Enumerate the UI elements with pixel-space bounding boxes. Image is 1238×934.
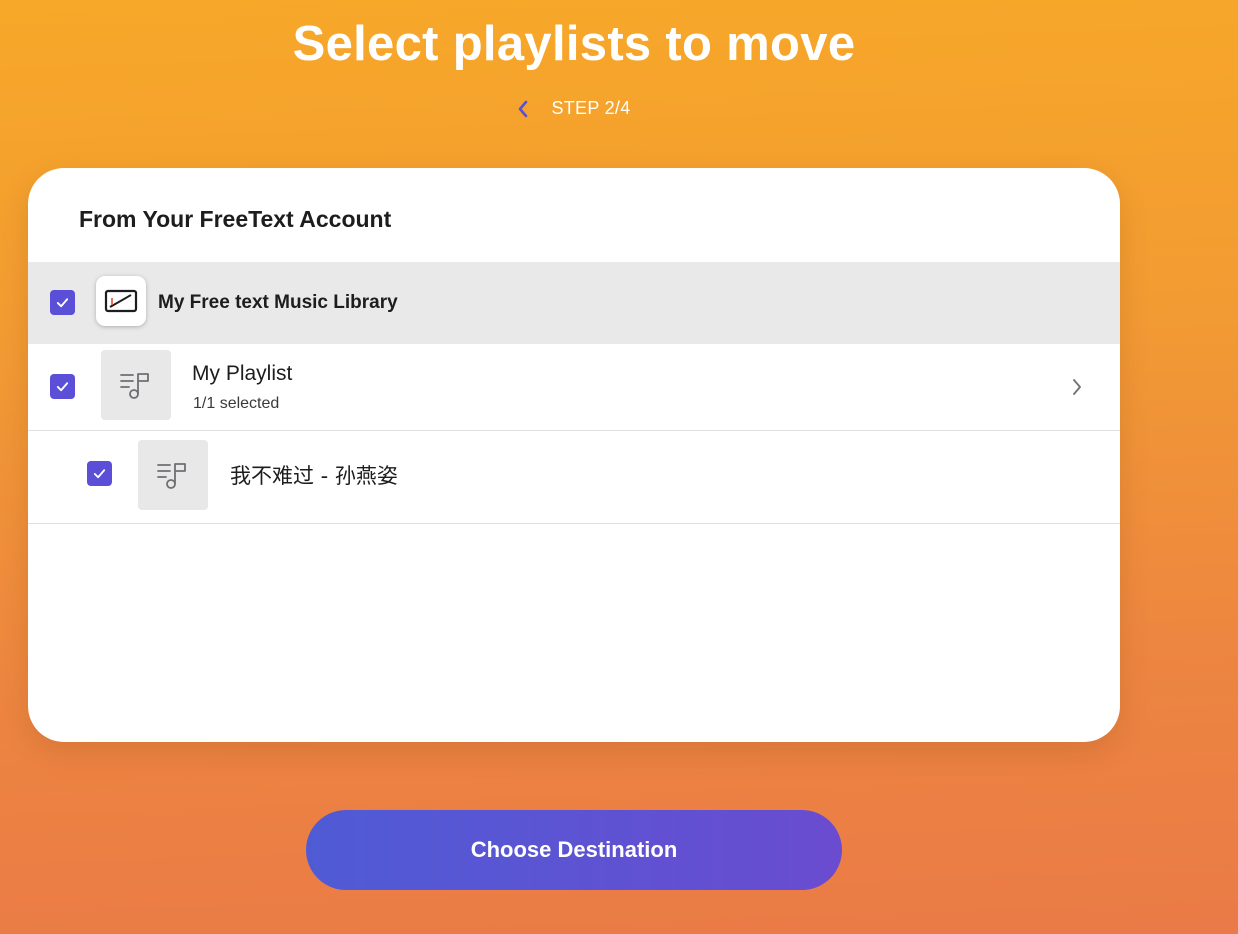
music-note-icon <box>157 463 186 489</box>
step-label: STEP 2/4 <box>551 98 631 118</box>
track-row[interactable]: 我不难过 - 孙燕姿 <box>28 431 1120 524</box>
track-title: 我不难过 - 孙燕姿 <box>230 464 398 488</box>
checkmark-icon <box>93 469 106 479</box>
source-card: From Your FreeText Account My Free text … <box>28 168 1120 742</box>
chevron-right-icon[interactable] <box>1070 376 1084 398</box>
checkmark-icon <box>56 382 69 392</box>
music-note-icon <box>120 373 149 399</box>
track-thumbnail <box>138 440 208 510</box>
checkmark-icon <box>56 298 69 308</box>
chevron-left-icon[interactable] <box>517 99 529 119</box>
choose-destination-button[interactable]: Choose Destination <box>306 810 842 890</box>
track-checkbox[interactable] <box>87 461 112 486</box>
playlist-row[interactable]: My Playlist 1/1 selected <box>28 344 1120 431</box>
freetext-app-icon <box>96 276 146 326</box>
library-checkbox[interactable] <box>50 290 75 315</box>
page-title: Select playlists to move <box>292 17 856 71</box>
playlist-name: My Playlist <box>192 362 293 385</box>
library-row[interactable]: My Free text Music Library <box>28 262 1120 344</box>
playlist-selection-count: 1/1 selected <box>193 395 280 412</box>
step-indicator: STEP 2/4 <box>0 98 1148 119</box>
source-card-title: From Your FreeText Account <box>79 206 392 232</box>
playlist-thumbnail <box>101 350 171 420</box>
library-label: My Free text Music Library <box>158 292 398 313</box>
playlist-checkbox[interactable] <box>50 374 75 399</box>
